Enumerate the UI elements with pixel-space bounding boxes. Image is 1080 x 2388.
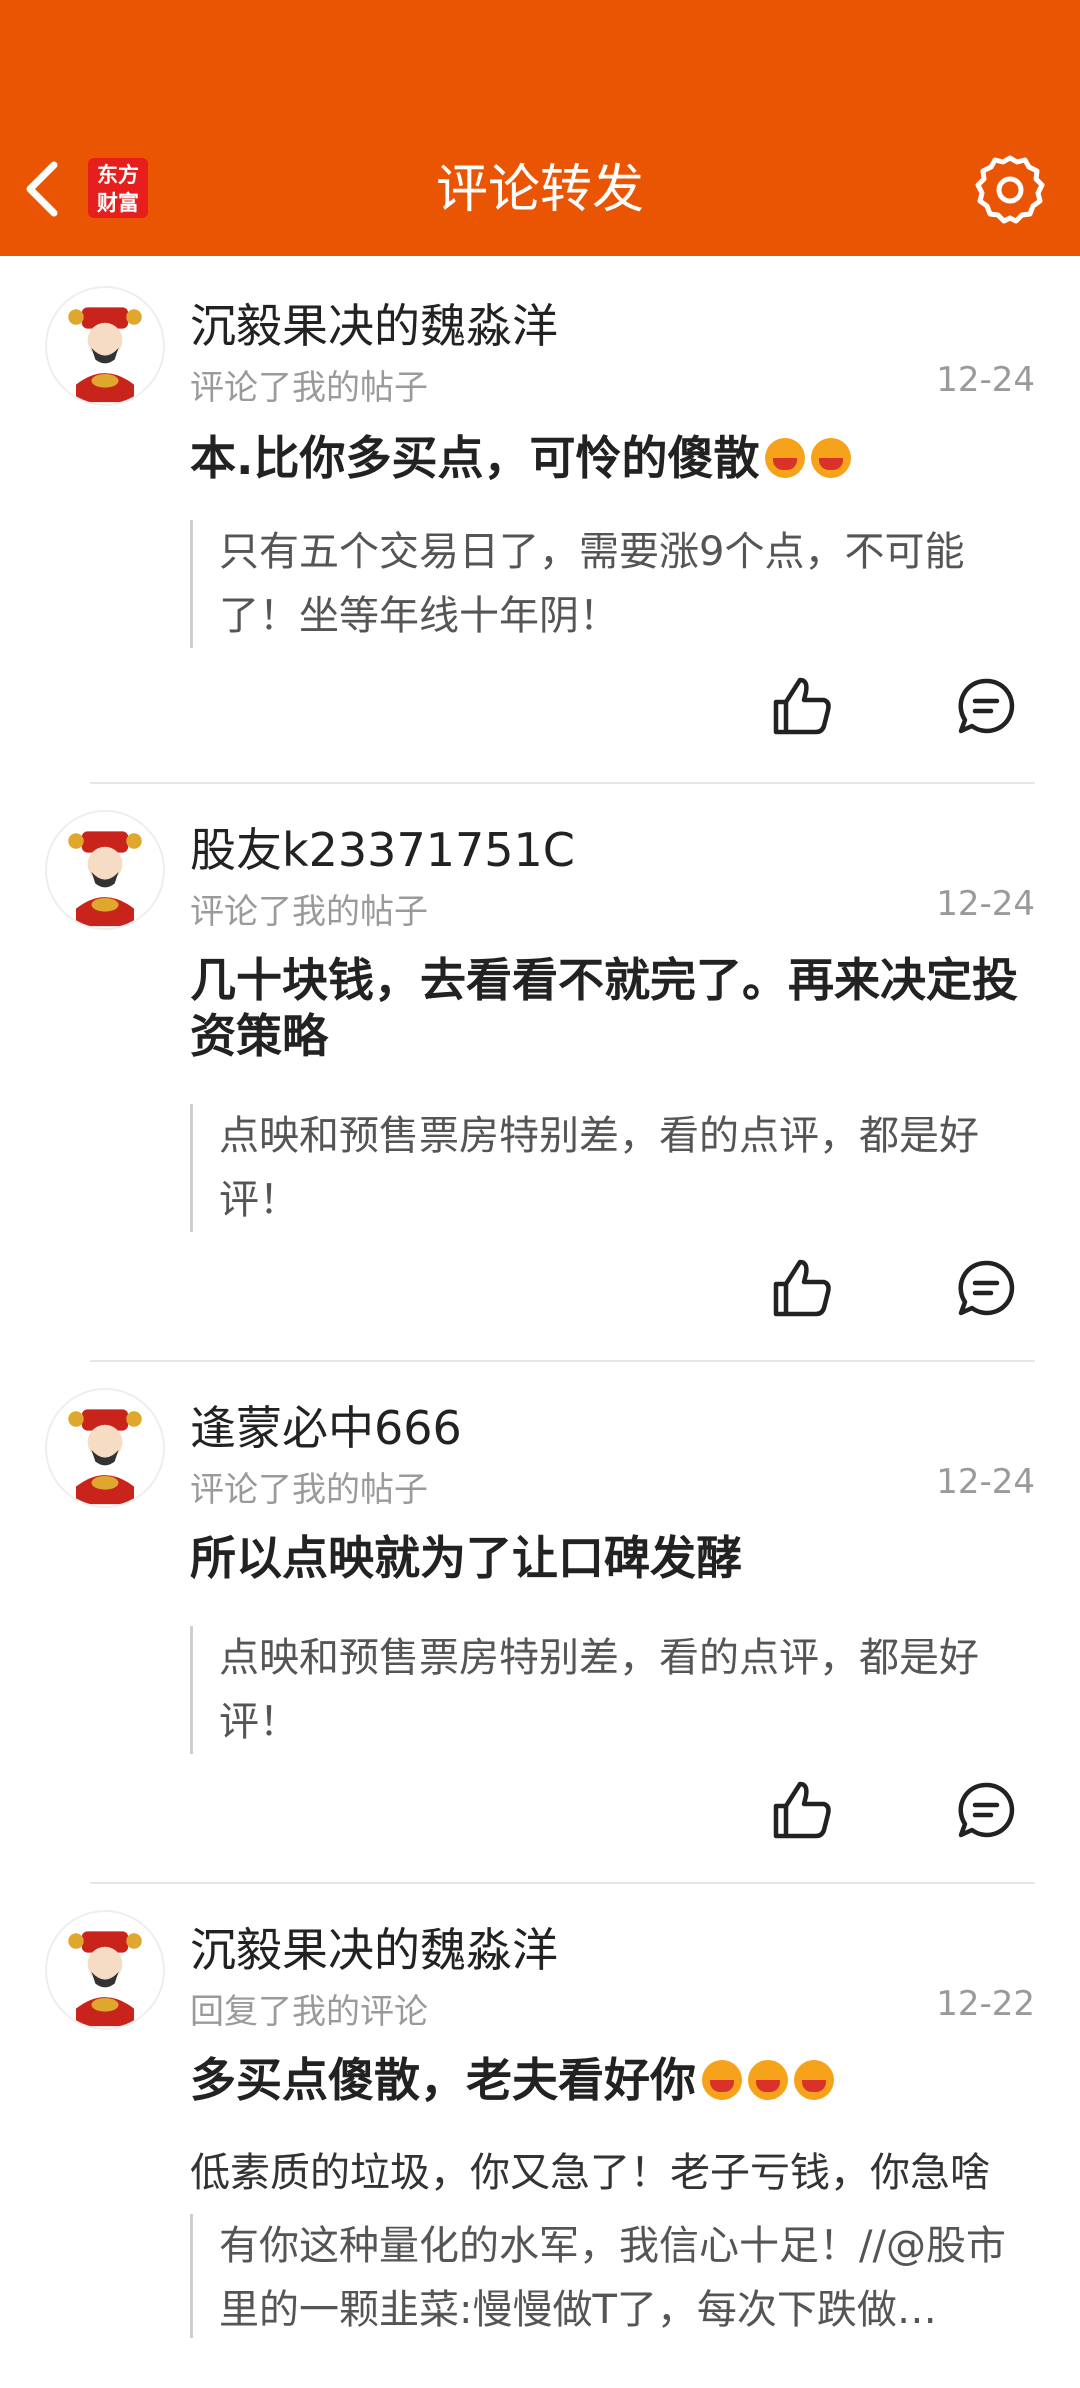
username[interactable]: 沉毅果决的魏淼洋 [190,1914,558,1980]
timestamp: 12-24 [936,884,1035,924]
gear-icon[interactable] [972,152,1048,228]
quoted-post[interactable]: 点映和预售票房特别差，看的点评，都是好评！ [190,1104,1010,1232]
action-text: 回复了我的评论 [190,1992,428,2032]
quoted-post[interactable]: 有你这种量化的水军，我信心十足！//@股市里的一颗韭菜:慢慢做T了，每次下跌做… [190,2214,1010,2338]
avatar[interactable] [45,1910,165,2030]
god-of-wealth-avatar-icon [48,1913,162,2027]
comment-text: 本.比你多买点，可怜的傻散 [190,430,1030,486]
timestamp: 12-24 [936,360,1035,400]
page-title: 评论转发 [435,160,644,220]
my-comment-text: 低素质的垃圾，你又急了！老子亏钱，你急啥 [190,2150,990,2196]
laughing-emoji-icon [794,2059,834,2100]
username[interactable]: 逢蒙必中666 [190,1392,462,1458]
laughing-emoji-icon [811,437,852,478]
avatar[interactable] [45,286,165,406]
avatar[interactable] [45,810,165,930]
comment-text: 几十块钱，去看看不就完了。再来决定投资策略 [190,953,1018,1063]
notification-list: 沉毅果决的魏淼洋 评论了我的帖子 12-24 本.比你多买点，可怜的傻散 只有五… [0,256,1080,2384]
username[interactable]: 沉毅果决的魏淼洋 [190,290,558,356]
username[interactable]: 股友k23371751C [190,814,575,880]
comment-bubble-icon[interactable] [956,1258,1016,1318]
god-of-wealth-avatar-icon [48,813,162,927]
action-text: 评论了我的帖子 [190,1470,428,1510]
quoted-post[interactable]: 点映和预售票房特别差，看的点评，都是好评！ [190,1626,1010,1754]
timestamp: 12-24 [936,1462,1035,1502]
comment-text: 所以点映就为了让口碑发酵 [190,1531,742,1585]
comment-bubble-icon[interactable] [956,676,1016,736]
list-item[interactable]: 逢蒙必中666 评论了我的帖子 12-24 所以点映就为了让口碑发酵 点映和预售… [45,1362,1035,1884]
comment-bubble-icon[interactable] [956,1780,1016,1840]
list-item[interactable]: 沉毅果决的魏淼洋 回复了我的评论 12-22 多买点傻散，老夫看好你 低素质的垃… [45,1884,1035,2384]
action-text: 评论了我的帖子 [190,368,428,408]
god-of-wealth-avatar-icon [48,1391,162,1505]
app-header: 东方 财富 评论转发 [0,0,1080,256]
laughing-emoji-icon [702,2059,742,2100]
avatar[interactable] [45,1388,165,1508]
god-of-wealth-avatar-icon [48,289,162,403]
laughing-emoji-icon [765,437,806,478]
list-item[interactable]: 沉毅果决的魏淼洋 评论了我的帖子 12-24 本.比你多买点，可怜的傻散 只有五… [45,256,1035,784]
thumbs-up-icon[interactable] [770,674,834,738]
comment-text: 多买点傻散，老夫看好你 [190,2052,1030,2108]
timestamp: 12-22 [936,1984,1035,2024]
thumbs-up-icon[interactable] [770,1256,834,1320]
action-text: 评论了我的帖子 [190,892,428,932]
comment-text-body: 多买点傻散，老夫看好你 [190,2053,696,2107]
list-item[interactable]: 股友k23371751C 评论了我的帖子 12-24 几十块钱，去看看不就完了。… [45,784,1035,1362]
quoted-post[interactable]: 只有五个交易日了，需要涨9个点，不可能了！坐等年线十年阴！ [190,520,1010,648]
thumbs-up-icon[interactable] [770,1778,834,1842]
comment-text-body: 本.比你多买点，可怜的傻散 [190,431,760,485]
laughing-emoji-icon [748,2059,788,2100]
